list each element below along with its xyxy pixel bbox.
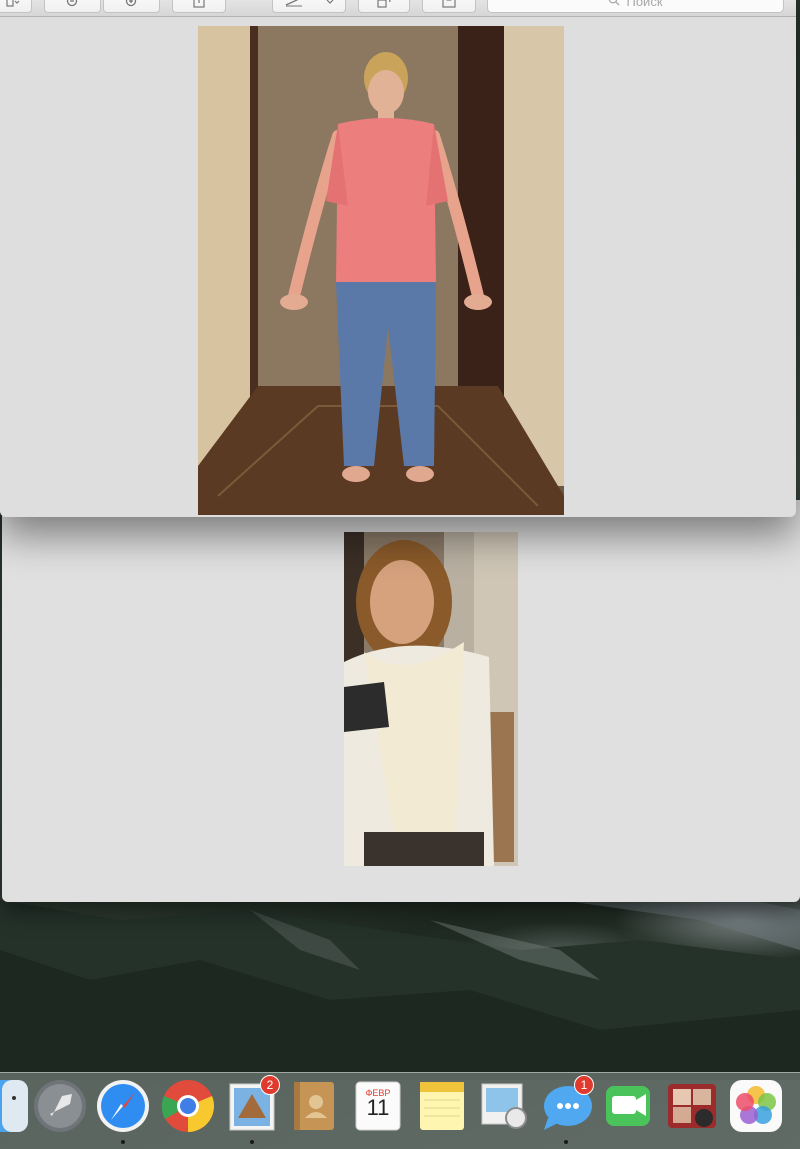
rotate-icon bbox=[376, 0, 392, 8]
window-toolbar: Поиск bbox=[0, 0, 796, 17]
dock-notes[interactable] bbox=[414, 1078, 470, 1134]
dock-photos[interactable] bbox=[728, 1078, 784, 1134]
zoom-in-icon bbox=[124, 0, 140, 8]
preview-icon bbox=[476, 1078, 532, 1134]
dock-chrome[interactable] bbox=[160, 1078, 216, 1134]
zoom-in-button[interactable] bbox=[103, 0, 160, 13]
photos-flower-icon bbox=[728, 1078, 784, 1134]
markup-button[interactable] bbox=[272, 0, 346, 13]
chevron-down-icon bbox=[326, 0, 334, 5]
facetime-camera-icon bbox=[602, 1078, 658, 1134]
contacts-book-icon bbox=[286, 1078, 342, 1134]
markup-pen-icon bbox=[285, 0, 303, 7]
share-button[interactable] bbox=[172, 0, 226, 13]
dock-messages[interactable]: 1 bbox=[538, 1075, 594, 1134]
zoom-out-button[interactable] bbox=[44, 0, 101, 13]
dock-photo-booth[interactable] bbox=[664, 1078, 720, 1134]
dock-facetime[interactable] bbox=[602, 1078, 658, 1134]
search-placeholder: Поиск bbox=[626, 0, 663, 9]
messages-badge: 1 bbox=[574, 1075, 594, 1095]
sidebar-chevron-icon bbox=[6, 0, 20, 7]
zoom-out-icon bbox=[65, 0, 81, 8]
photo-booth-icon bbox=[664, 1078, 720, 1134]
running-indicator-safari bbox=[121, 1140, 125, 1144]
finder-icon bbox=[0, 1078, 30, 1134]
launchpad-rocket-icon bbox=[32, 1078, 88, 1134]
calendar-day: 11 bbox=[366, 1095, 390, 1120]
notes-icon bbox=[414, 1078, 470, 1134]
photo-woman-pink-shirt bbox=[198, 26, 564, 515]
photo-woman-white-scarf bbox=[344, 532, 518, 866]
search-icon bbox=[608, 0, 620, 9]
dock-mail[interactable]: 2 bbox=[224, 1075, 280, 1134]
dock-launchpad[interactable] bbox=[32, 1078, 88, 1134]
running-indicator-mail bbox=[250, 1140, 254, 1144]
chrome-icon bbox=[160, 1078, 216, 1134]
sidebar-view-button[interactable] bbox=[0, 0, 32, 13]
toolbox-button[interactable] bbox=[422, 0, 476, 13]
rotate-button[interactable] bbox=[358, 0, 410, 13]
toolbox-icon bbox=[441, 0, 457, 8]
safari-compass-icon bbox=[95, 1078, 151, 1134]
search-field[interactable]: Поиск bbox=[487, 0, 784, 13]
dock-calendar[interactable]: ФЕВР 11 bbox=[350, 1078, 406, 1134]
dock-contacts[interactable] bbox=[286, 1078, 342, 1134]
share-icon bbox=[192, 0, 206, 8]
dock-preview[interactable] bbox=[476, 1078, 532, 1134]
mail-badge: 2 bbox=[260, 1075, 280, 1095]
dock-safari[interactable] bbox=[95, 1078, 151, 1134]
running-indicator-messages bbox=[564, 1140, 568, 1144]
dock-finder[interactable] bbox=[0, 1078, 30, 1134]
